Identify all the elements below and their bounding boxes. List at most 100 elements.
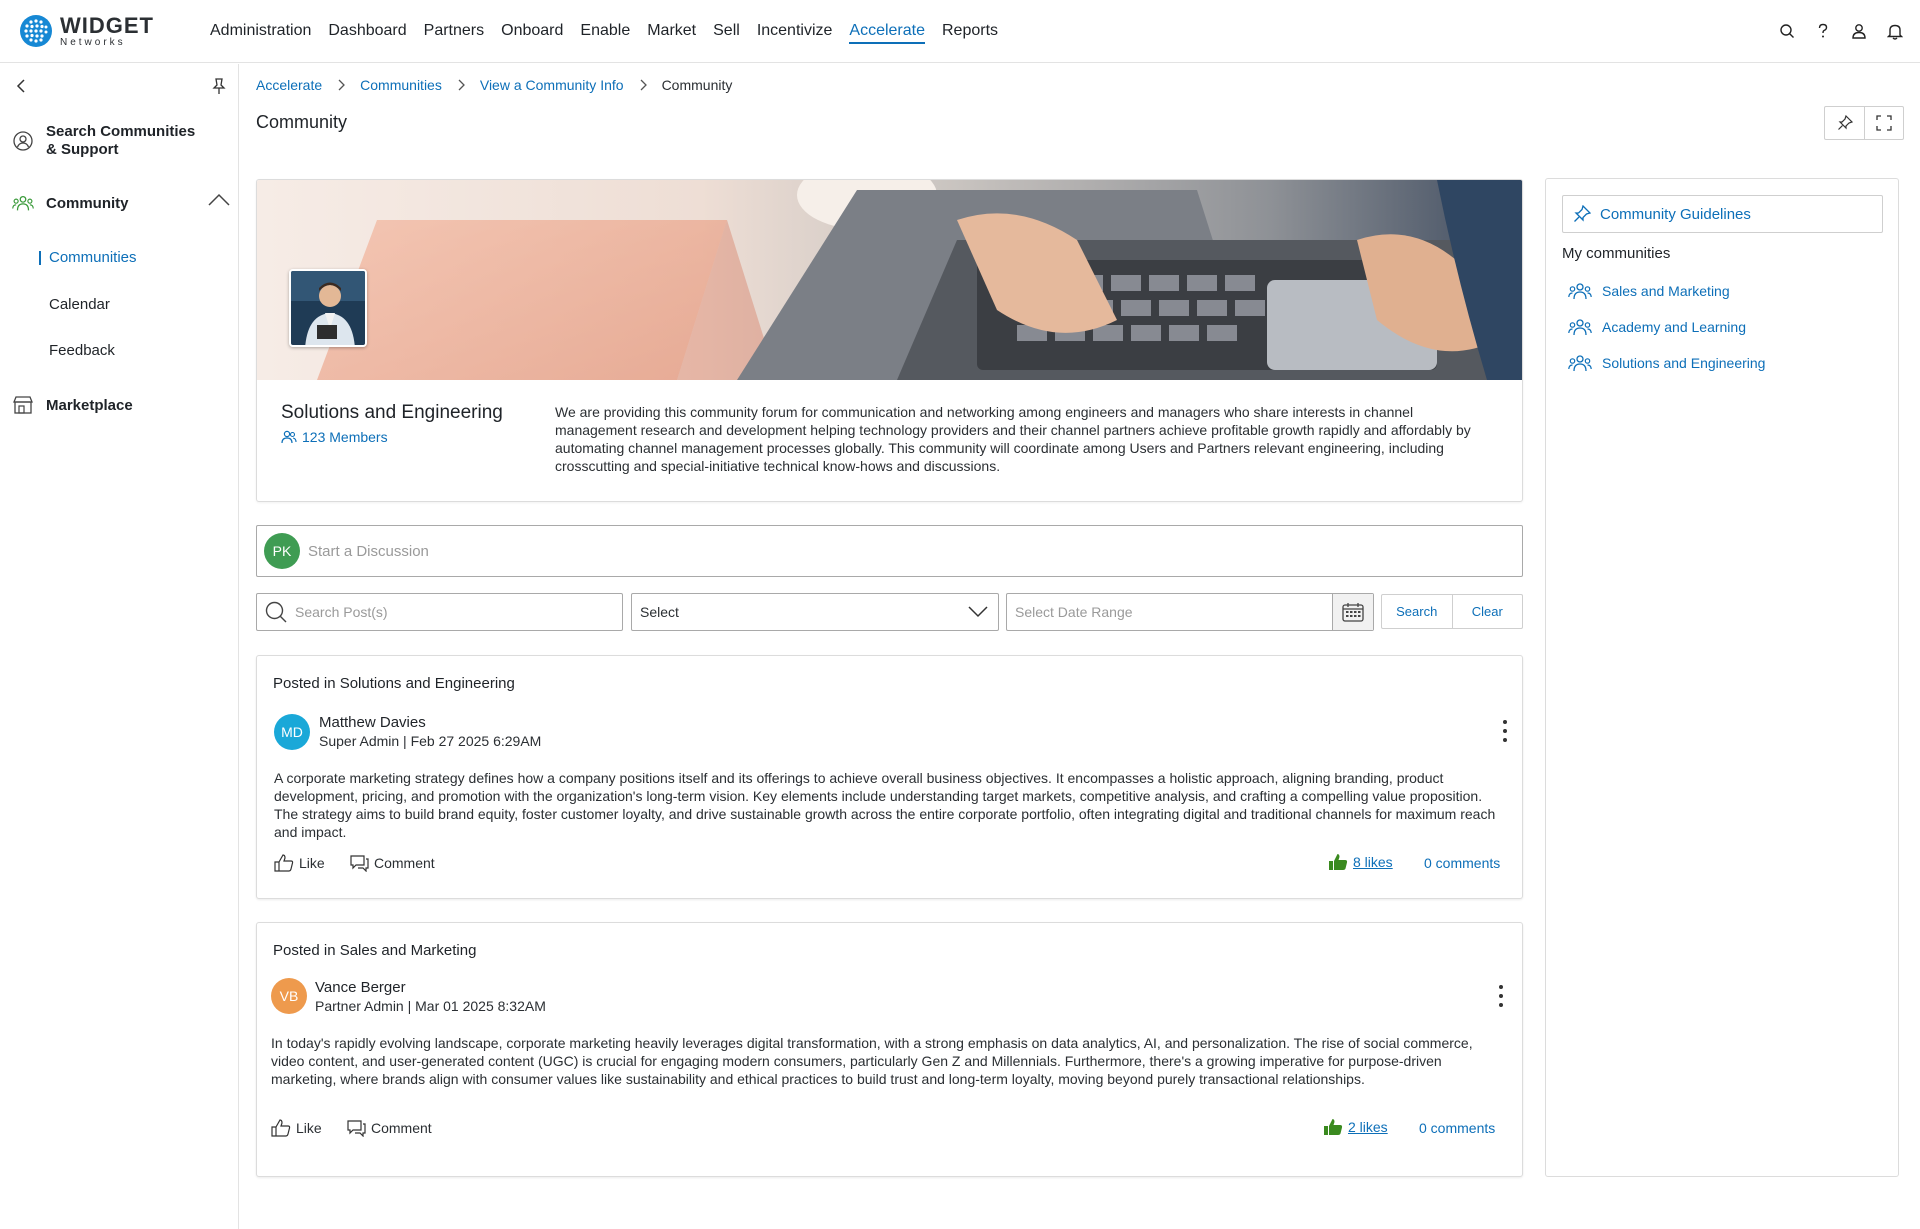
breadcrumb-accelerate[interactable]: Accelerate bbox=[256, 77, 322, 93]
filter-buttons: Search Clear bbox=[1381, 594, 1523, 629]
sidebar-item-community[interactable]: Community bbox=[12, 192, 129, 214]
filter-select-value: Select bbox=[640, 604, 679, 620]
fullscreen-button[interactable] bbox=[1864, 107, 1903, 139]
like-button[interactable]: Like bbox=[274, 854, 325, 872]
brand-subtitle: Networks bbox=[60, 36, 126, 48]
likes-link[interactable]: 8 likes bbox=[1328, 853, 1393, 871]
nav-market[interactable]: Market bbox=[647, 18, 696, 44]
my-community-label: Solutions and Engineering bbox=[1602, 355, 1766, 371]
nav-onboard[interactable]: Onboard bbox=[501, 18, 563, 44]
nav-sell[interactable]: Sell bbox=[713, 18, 740, 44]
sidebar-item-label: Community bbox=[46, 194, 129, 212]
collapse-sidebar-icon[interactable] bbox=[12, 77, 30, 95]
calendar-button[interactable] bbox=[1332, 594, 1373, 630]
likes-count: 2 likes bbox=[1348, 1119, 1388, 1135]
likes-link[interactable]: 2 likes bbox=[1323, 1118, 1388, 1136]
search-posts-input[interactable] bbox=[295, 604, 595, 620]
chevron-up-icon[interactable] bbox=[208, 192, 230, 206]
comment-icon bbox=[350, 855, 369, 872]
calendar-icon bbox=[1342, 603, 1364, 622]
clear-button[interactable]: Clear bbox=[1451, 595, 1523, 628]
my-community-link[interactable]: Solutions and Engineering bbox=[1568, 353, 1765, 373]
search-button[interactable]: Search bbox=[1382, 595, 1452, 628]
my-community-link[interactable]: Academy and Learning bbox=[1568, 317, 1746, 337]
comments-link[interactable]: 0 comments bbox=[1419, 1120, 1495, 1136]
members-icon bbox=[281, 430, 297, 444]
sidebar-item-search-communities[interactable]: Search Communities & Support bbox=[12, 123, 206, 159]
post-card: Posted in Sales and Marketing VB Vance B… bbox=[256, 922, 1523, 1177]
comment-label: Comment bbox=[371, 1120, 432, 1136]
search-icon[interactable] bbox=[1778, 20, 1796, 42]
breadcrumb-view-community-info[interactable]: View a Community Info bbox=[480, 77, 624, 93]
posted-in: Posted in Solutions and Engineering bbox=[273, 675, 515, 692]
author-meta: Super Admin | Feb 27 2025 6:29AM bbox=[319, 733, 542, 749]
nav-accelerate[interactable]: Accelerate bbox=[849, 18, 925, 44]
nav-reports[interactable]: Reports bbox=[942, 18, 998, 44]
community-icon bbox=[1568, 319, 1592, 336]
filter-select[interactable]: Select bbox=[631, 593, 999, 631]
bell-icon[interactable] bbox=[1886, 20, 1904, 42]
nav-partners[interactable]: Partners bbox=[424, 18, 484, 44]
sidebar-item-calendar[interactable]: Calendar bbox=[49, 296, 110, 313]
author-meta: Partner Admin | Mar 01 2025 8:32AM bbox=[315, 998, 546, 1014]
community-members-link[interactable]: 123 Members bbox=[281, 429, 388, 445]
thumbs-up-icon bbox=[274, 854, 294, 872]
pin-icon[interactable] bbox=[210, 77, 228, 95]
top-icons bbox=[1778, 20, 1904, 42]
comment-label: Comment bbox=[374, 855, 435, 871]
nav-administration[interactable]: Administration bbox=[210, 18, 311, 44]
date-range-input[interactable] bbox=[1015, 604, 1315, 620]
more-options-icon[interactable] bbox=[1499, 720, 1511, 742]
search-posts-field bbox=[256, 593, 623, 631]
more-options-icon[interactable] bbox=[1495, 985, 1507, 1007]
community-description: We are providing this community forum fo… bbox=[555, 404, 1471, 474]
widget-logo-icon bbox=[20, 15, 52, 47]
main-menu: Administration Dashboard Partners Onboar… bbox=[210, 0, 1015, 63]
comments-link[interactable]: 0 comments bbox=[1424, 855, 1500, 871]
pin-icon bbox=[1837, 115, 1853, 130]
author-name[interactable]: Vance Berger bbox=[315, 979, 406, 996]
sidebar-item-communities[interactable]: Communities bbox=[39, 249, 137, 266]
nav-incentivize[interactable]: Incentivize bbox=[757, 18, 833, 44]
like-label: Like bbox=[296, 1120, 322, 1136]
discussion-placeholder: Start a Discussion bbox=[308, 542, 429, 560]
nav-dashboard[interactable]: Dashboard bbox=[328, 18, 406, 44]
community-icon bbox=[1568, 283, 1592, 300]
author-name[interactable]: Matthew Davies bbox=[319, 714, 426, 731]
start-discussion-input[interactable]: PK Start a Discussion bbox=[256, 525, 1523, 577]
likes-count: 8 likes bbox=[1353, 854, 1393, 870]
thumbs-up-filled-icon bbox=[1324, 1119, 1343, 1135]
sidebar-item-marketplace[interactable]: Marketplace bbox=[12, 394, 133, 416]
chevron-right-icon bbox=[457, 79, 465, 91]
nav-enable[interactable]: Enable bbox=[580, 18, 630, 44]
posted-in: Posted in Sales and Marketing bbox=[273, 942, 477, 959]
members-count: 123 Members bbox=[302, 429, 388, 445]
date-range-field bbox=[1006, 593, 1374, 631]
breadcrumb-current: Community bbox=[661, 77, 733, 93]
page-title: Community bbox=[256, 112, 348, 132]
sidebar-item-feedback[interactable]: Feedback bbox=[49, 342, 115, 359]
fullscreen-icon bbox=[1876, 115, 1892, 131]
top-nav: WIDGET Networks Administration Dashboard… bbox=[0, 0, 1920, 63]
search-user-icon bbox=[12, 130, 34, 152]
my-community-link[interactable]: Sales and Marketing bbox=[1568, 281, 1730, 301]
user-icon[interactable] bbox=[1850, 20, 1868, 42]
comment-button[interactable]: Comment bbox=[347, 1119, 432, 1137]
search-icon bbox=[265, 601, 287, 623]
community-banner-image bbox=[257, 180, 1522, 380]
community-guidelines-button[interactable]: Community Guidelines bbox=[1562, 195, 1883, 233]
logo[interactable]: WIDGET Networks bbox=[20, 14, 190, 48]
chevron-down-icon bbox=[968, 606, 988, 618]
sidebar: Search Communities & Support Community C… bbox=[0, 64, 239, 1229]
community-icon bbox=[12, 192, 34, 214]
breadcrumb-communities[interactable]: Communities bbox=[360, 77, 442, 93]
help-icon[interactable] bbox=[1814, 20, 1832, 42]
comment-icon bbox=[347, 1120, 366, 1137]
like-button[interactable]: Like bbox=[271, 1119, 322, 1137]
community-name: Solutions and Engineering bbox=[281, 402, 503, 423]
pin-page-button[interactable] bbox=[1825, 107, 1864, 139]
my-community-label: Sales and Marketing bbox=[1602, 283, 1730, 299]
guidelines-label: Community Guidelines bbox=[1600, 205, 1751, 223]
comment-button[interactable]: Comment bbox=[350, 854, 435, 872]
avatar: PK bbox=[264, 533, 300, 569]
